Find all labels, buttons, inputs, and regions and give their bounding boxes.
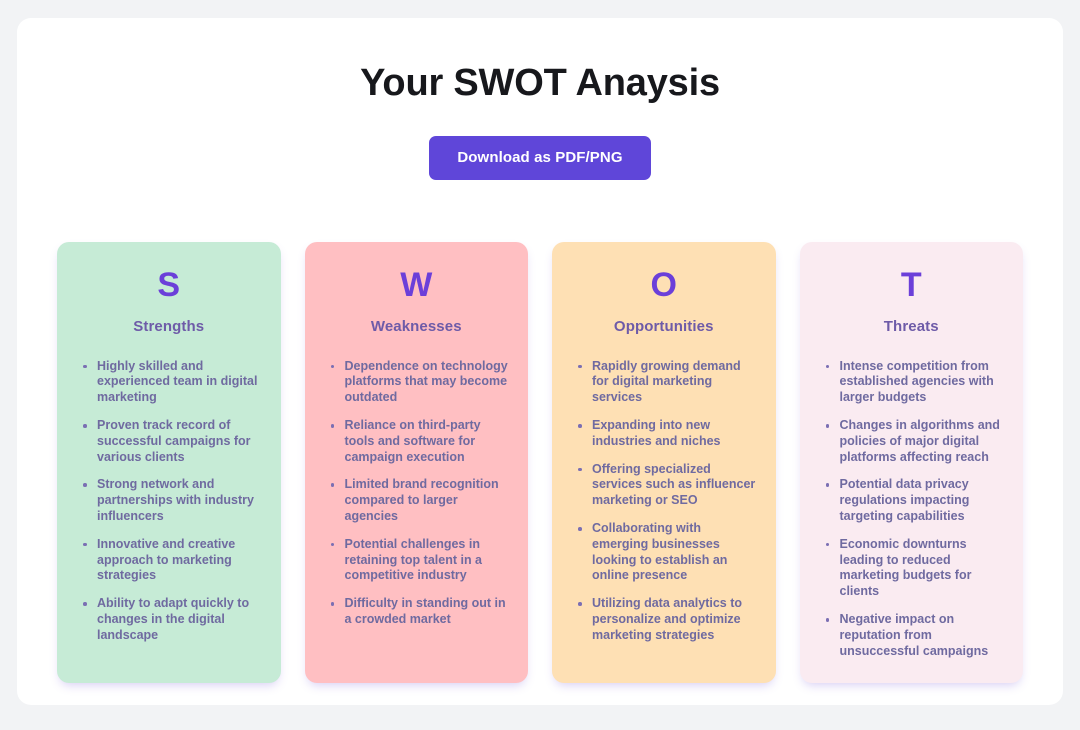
download-pdf-png-button[interactable]: Download as PDF/PNG	[429, 135, 651, 180]
list-item: Difficulty in standing out in a crowded …	[329, 596, 509, 628]
swot-card-heading: Threats	[883, 317, 939, 335]
list-item: Dependence on technology platforms that …	[329, 359, 509, 406]
list-item: Collaborating with emerging businesses l…	[576, 521, 756, 584]
list-item: Strong network and partnerships with ind…	[81, 477, 261, 524]
list-item: Reliance on third-party tools and softwa…	[329, 418, 509, 465]
swot-card-heading: Opportunities	[613, 317, 714, 335]
list-item: Utilizing data analytics to personalize …	[576, 596, 756, 643]
list-item: Offering specialized services such as in…	[576, 462, 756, 509]
swot-card-heading: Strengths	[133, 317, 205, 335]
swot-card-letter: T	[900, 265, 922, 304]
list-item: Negative impact on reputation from unsuc…	[824, 612, 1004, 659]
swot-card-threats: T Threats Intense competition from establi…	[799, 241, 1023, 684]
list-item: Innovative and creative approach to mark…	[81, 537, 261, 584]
list-item: Highly skilled and experienced team in d…	[81, 359, 261, 406]
list-item: Potential data privacy regulations impac…	[824, 477, 1004, 524]
swot-card-strengths: S Strengths Highly skilled and experienced…	[57, 241, 281, 684]
swot-card-opportunities: O Opportunities Rapidly growing demand for…	[552, 241, 776, 684]
list-item: Intense competition from established age…	[824, 359, 1004, 406]
swot-card-list: Intense competition from established age…	[818, 359, 1006, 660]
swot-cards-row: S Strengths Highly skilled and experienced…	[57, 241, 1023, 684]
list-item: Economic downturns leading to reduced ma…	[824, 537, 1004, 600]
list-item: Rapidly growing demand for digital marke…	[576, 359, 756, 406]
swot-card-weaknesses: W Weaknesses Dependence on technology plat…	[304, 241, 528, 684]
list-item: Proven track record of successful campai…	[81, 418, 261, 465]
list-item: Potential challenges in retaining top ta…	[329, 537, 509, 584]
swot-card-list: Rapidly growing demand for digital marke…	[570, 359, 758, 644]
swot-card-letter: W	[400, 265, 433, 304]
page-title: Your SWOT Anaysis	[360, 62, 720, 104]
list-item: Changes in algorithms and policies of ma…	[824, 418, 1004, 465]
list-item: Limited brand recognition compared to la…	[329, 477, 509, 524]
page-background: Your SWOT Anaysis Download as PDF/PNG SS…	[0, 0, 1080, 730]
swot-card-letter: S	[157, 265, 181, 304]
swot-panel: Your SWOT Anaysis Download as PDF/PNG SS…	[17, 18, 1063, 705]
swot-card-letter: O	[650, 265, 677, 304]
swot-card-list: Highly skilled and experienced team in d…	[75, 359, 263, 644]
swot-card-list: Dependence on technology platforms that …	[323, 359, 511, 628]
swot-card-heading: Weaknesses	[370, 317, 462, 335]
list-item: Ability to adapt quickly to changes in t…	[81, 596, 261, 643]
list-item: Expanding into new industries and niches	[576, 418, 756, 450]
